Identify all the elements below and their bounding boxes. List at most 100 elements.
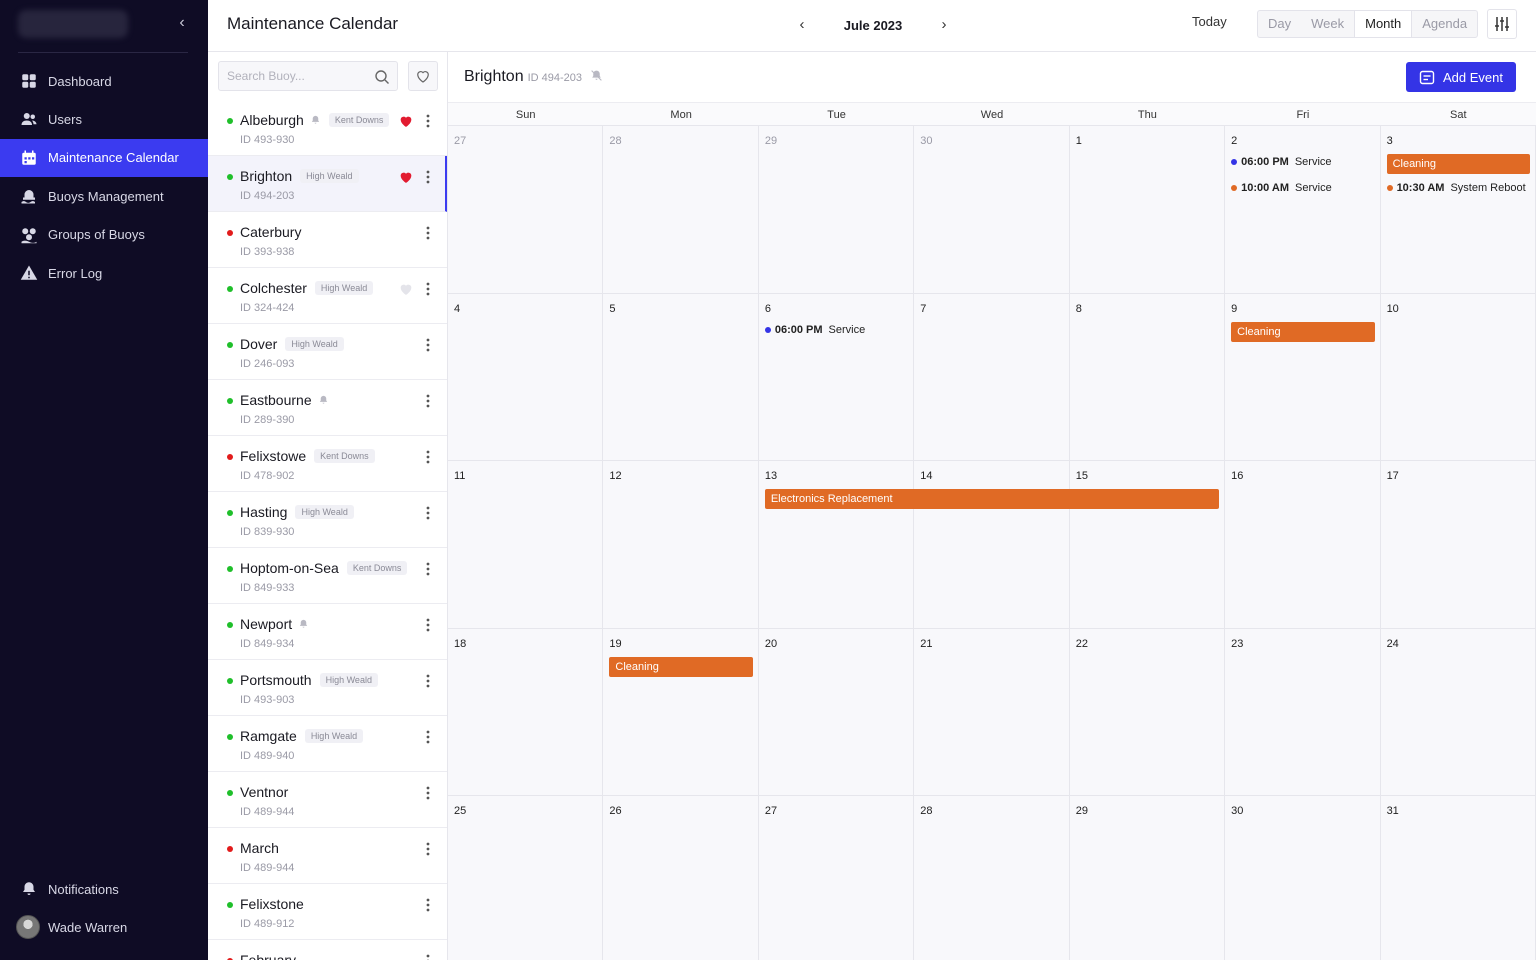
buoy-list-item[interactable]: Felixstowe Kent Downs ID 478-902 [208, 436, 447, 492]
timed-event[interactable]: 06:00 PM Service [764, 324, 865, 336]
day-cell[interactable]: 9 [1225, 293, 1381, 462]
sidebar-item-buoys-management[interactable]: Buoys Management [0, 177, 208, 215]
day-cell[interactable]: 27 [758, 796, 915, 960]
add-event-button[interactable]: Add Event [1406, 62, 1516, 92]
day-cell[interactable]: 25 [448, 796, 604, 960]
view-day-button[interactable]: Day [1258, 11, 1301, 37]
buoy-list-item[interactable]: Albeburgh Kent Downs ID 493-930 [208, 100, 447, 156]
day-cell[interactable]: 8 [1069, 293, 1226, 462]
more-options-icon[interactable] [422, 168, 434, 186]
day-cell[interactable]: 24 [1380, 628, 1536, 797]
event-bar[interactable]: Cleaning [1386, 154, 1530, 174]
event-bar[interactable]: Cleaning [609, 656, 753, 677]
sidebar-item-dashboard[interactable]: Dashboard [0, 62, 208, 100]
favorites-filter-button[interactable] [408, 61, 438, 91]
day-cell[interactable]: 28 [603, 126, 759, 294]
sidebar-item-error-log[interactable]: Error Log [0, 254, 208, 292]
buoy-list-item[interactable]: Caterbury ID 393-938 [208, 212, 447, 268]
day-cell[interactable]: 26 [603, 796, 759, 960]
day-cell[interactable]: 11 [448, 461, 604, 629]
day-cell[interactable]: 20 [758, 628, 915, 797]
day-cell[interactable]: 2 [1225, 126, 1381, 294]
timed-event[interactable]: 10:00 AM Service [1231, 182, 1332, 194]
buoy-list-item[interactable]: Hoptom-on-Sea Kent Downs ID 849-933 [208, 548, 447, 604]
day-cell[interactable]: 10 [1380, 293, 1536, 462]
heart-filled-icon[interactable] [398, 113, 414, 129]
day-cell[interactable]: 22 [1069, 628, 1226, 797]
view-week-button[interactable]: Week [1301, 11, 1354, 37]
more-options-icon[interactable] [422, 448, 434, 466]
sidebar-item-groups-of-buoys[interactable]: Groups of Buoys [0, 216, 208, 254]
more-options-icon[interactable] [422, 896, 434, 914]
sidebar-item-maintenance-calendar[interactable]: Maintenance Calendar [0, 138, 208, 177]
user-profile[interactable]: Wade Warren [0, 908, 208, 946]
more-options-icon[interactable] [422, 336, 434, 354]
day-cell[interactable]: 16 [1225, 461, 1381, 629]
day-cell[interactable]: 29 [758, 126, 915, 294]
search-buoy-input[interactable] [219, 62, 369, 90]
day-cell[interactable]: 19 [603, 628, 759, 797]
day-cell[interactable]: 7 [914, 293, 1070, 462]
more-options-icon[interactable] [422, 280, 434, 298]
buoy-list-item[interactable]: February [208, 940, 447, 960]
more-options-icon[interactable] [422, 672, 434, 690]
view-agenda-button[interactable]: Agenda [1412, 11, 1477, 37]
more-options-icon[interactable] [422, 392, 434, 410]
event-bar[interactable]: Cleaning [1231, 321, 1375, 342]
buoy-list-item[interactable]: Brighton High Weald ID 494-203 [208, 156, 447, 212]
today-button[interactable]: Today [1192, 14, 1227, 29]
day-cell[interactable]: 29 [1069, 796, 1226, 960]
filter-settings-button[interactable] [1487, 9, 1517, 39]
day-cell[interactable]: 18 [448, 628, 604, 797]
bell-off-icon[interactable] [590, 69, 603, 82]
day-cell[interactable]: 21 [914, 628, 1070, 797]
day-cell[interactable]: 30 [1225, 796, 1381, 960]
timed-event[interactable]: 06:00 PM Service [1231, 156, 1332, 168]
more-options-icon[interactable] [422, 504, 434, 522]
day-cell[interactable]: 28 [914, 796, 1070, 960]
day-cell[interactable]: 30 [914, 126, 1070, 294]
day-cell[interactable]: 1 [1069, 126, 1226, 294]
buoy-list-item[interactable]: Colchester High Weald ID 324-424 [208, 268, 447, 324]
view-month-button[interactable]: Month [1354, 11, 1413, 37]
day-cell[interactable]: 23 [1225, 628, 1381, 797]
sidebar-item-users[interactable]: Users [0, 100, 208, 138]
heart-filled-icon[interactable] [398, 169, 414, 185]
search-icon[interactable] [374, 69, 390, 85]
collapse-sidebar-icon[interactable]: ‹ [174, 14, 190, 32]
day-cell[interactable]: 5 [603, 293, 759, 462]
buoy-list-item[interactable]: Hasting High Weald ID 839-930 [208, 492, 447, 548]
more-options-icon[interactable] [422, 952, 434, 960]
more-options-icon[interactable] [422, 560, 434, 578]
more-options-icon[interactable] [422, 224, 434, 242]
buoy-list-item[interactable]: Dover High Weald ID 246-093 [208, 324, 447, 380]
buoy-list-item[interactable]: Felixstone ID 489-912 [208, 884, 447, 940]
more-options-icon[interactable] [422, 840, 434, 858]
notifications-item[interactable]: Notifications [0, 870, 208, 908]
more-options-icon[interactable] [422, 616, 434, 634]
day-cell[interactable]: 14 [914, 461, 1070, 629]
buoy-list-item[interactable]: Ventnor ID 489-944 [208, 772, 447, 828]
buoy-list-item[interactable]: March ID 489-944 [208, 828, 447, 884]
buoy-list-item[interactable]: Eastbourne ID 289-390 [208, 380, 447, 436]
day-cell[interactable]: 31 [1380, 796, 1536, 960]
more-options-icon[interactable] [422, 728, 434, 746]
timed-event[interactable]: 10:30 AM System Reboot [1386, 182, 1526, 194]
buoy-list-item[interactable]: Newport ID 849-934 [208, 604, 447, 660]
heart-icon[interactable] [398, 281, 414, 297]
prev-month-icon[interactable]: ‹ [794, 15, 810, 35]
day-cell[interactable]: 6 [758, 293, 915, 462]
day-cell[interactable]: 4 [448, 293, 604, 462]
more-options-icon[interactable] [422, 784, 434, 802]
day-cell[interactable]: 12 [603, 461, 759, 629]
day-cell[interactable]: 3 [1380, 126, 1536, 294]
more-options-icon[interactable] [422, 112, 434, 130]
next-month-icon[interactable]: › [936, 15, 952, 35]
day-cell[interactable]: 27 [448, 126, 604, 294]
day-cell[interactable]: 17 [1380, 461, 1536, 629]
event-bar[interactable]: Electronics Replacement [764, 489, 1220, 510]
day-cell[interactable]: 13 [758, 461, 915, 629]
buoy-list-item[interactable]: Portsmouth High Weald ID 493-903 [208, 660, 447, 716]
day-cell[interactable]: 15 [1069, 461, 1226, 629]
buoy-list-item[interactable]: Ramgate High Weald ID 489-940 [208, 716, 447, 772]
